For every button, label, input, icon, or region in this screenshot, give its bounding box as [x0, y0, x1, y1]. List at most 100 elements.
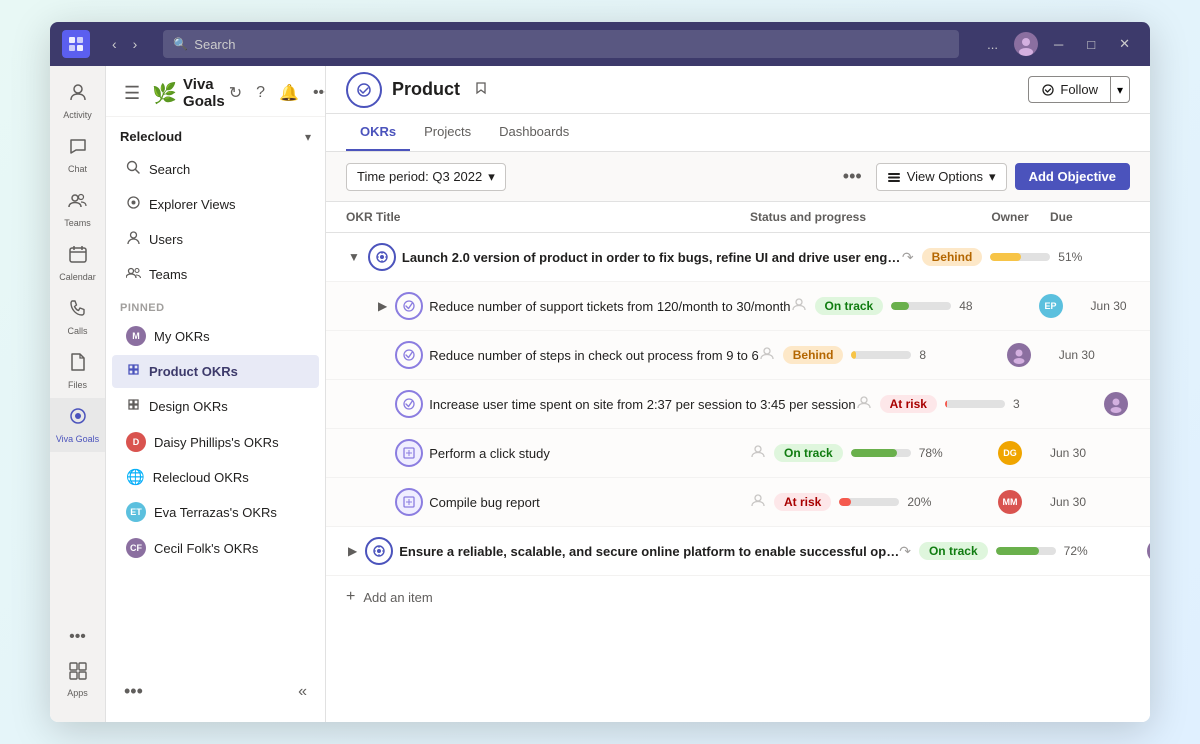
title-bar: ‹ › 🔍 Search ... ─ □ ✕ [50, 22, 1150, 66]
progress-pct: 72% [1064, 544, 1094, 558]
sidebar-item-relecloudokrs[interactable]: 🌐 Relecloud OKRs [112, 461, 319, 493]
bookmark-icon[interactable] [474, 81, 488, 98]
nav-item-apps[interactable]: Apps [50, 654, 105, 706]
follow-button-group[interactable]: Follow ▾ [1028, 76, 1130, 103]
status-badge: Behind [922, 248, 983, 266]
calls-icon [68, 298, 88, 323]
tab-okrs[interactable]: OKRs [346, 114, 410, 151]
add-plus-icon: + [346, 588, 355, 606]
apps-icon [69, 662, 87, 685]
page-title: Product [392, 79, 460, 100]
follow-chevron-button[interactable]: ▾ [1111, 76, 1130, 103]
files-icon [68, 352, 88, 377]
expand-button[interactable]: ▼ [346, 248, 362, 266]
nav-item-calls[interactable]: Calls [50, 290, 105, 344]
sidebar-item-search[interactable]: Search [112, 153, 319, 186]
owner-avatar [1007, 343, 1031, 367]
sidebar-item-productokrs[interactable]: Product OKRs [112, 355, 319, 388]
sidebar-evaokrs-label: Eva Terrazas's OKRs [154, 505, 277, 520]
titlebar-more-button[interactable]: ... [979, 35, 1006, 54]
nav-item-calendar[interactable]: Calendar [50, 236, 105, 290]
refresh-button[interactable]: ↻ [225, 79, 246, 107]
nav-label-activity: Activity [63, 110, 92, 120]
progress-fill [891, 302, 909, 310]
task-text: Perform a click study [429, 446, 550, 461]
tab-dashboards[interactable]: Dashboards [485, 114, 583, 151]
nav-item-more[interactable]: ••• [50, 620, 105, 654]
sidebar-chevron-icon[interactable]: ▾ [305, 130, 311, 144]
nav-label-calls: Calls [67, 326, 87, 336]
toolbar-more-button[interactable]: ••• [837, 162, 868, 191]
follow-button[interactable]: Follow [1028, 76, 1111, 103]
table-row: ▶ Perform a click study On track [326, 429, 1150, 478]
search-bar[interactable]: 🔍 Search [163, 30, 959, 58]
expand-button[interactable]: ▶ [376, 297, 389, 315]
content-topbar: Product Follow ▾ [326, 66, 1150, 114]
nav-tabs: OKRs Projects Dashboards [326, 114, 1150, 152]
sidebar-item-users[interactable]: Users [112, 223, 319, 256]
add-objective-button[interactable]: Add Objective [1015, 163, 1130, 190]
maximize-button[interactable]: □ [1079, 35, 1103, 54]
hamburger-button[interactable]: ☰ [120, 79, 144, 108]
sidebar-item-designokrs[interactable]: Design OKRs [112, 390, 319, 423]
daisy-avatar: D [126, 432, 146, 452]
kr-text: Reduce number of steps in check out proc… [429, 348, 759, 363]
user-avatar[interactable] [1014, 32, 1038, 56]
task-icon [395, 488, 423, 516]
person-placeholder-icon [791, 296, 807, 317]
nav-item-chat[interactable]: Chat [50, 128, 105, 182]
bell-button[interactable]: 🔔 [275, 79, 303, 107]
kr-icon [395, 341, 423, 369]
nav-item-activity[interactable]: Activity [50, 74, 105, 128]
content-area: Product Follow ▾ OKRs [326, 66, 1150, 722]
minimize-button[interactable]: ─ [1046, 35, 1071, 54]
nav-item-files[interactable]: Files [50, 344, 105, 398]
okr-title-cell: ▶ Compile bug report [376, 488, 750, 516]
expand-button[interactable]: ▶ [346, 542, 359, 560]
time-period-button[interactable]: Time period: Q3 2022 ▾ [346, 163, 506, 191]
back-button[interactable]: ‹ [106, 32, 123, 56]
nav-label-viva: Viva Goals [56, 434, 99, 444]
tab-projects[interactable]: Projects [410, 114, 485, 151]
status-progress-cell: ↷ On track 72% [899, 542, 1119, 560]
status-badge: Behind [783, 346, 844, 364]
sidebar-myokrs-label: My OKRs [154, 329, 210, 344]
add-item-row[interactable]: + Add an item [326, 576, 1150, 618]
view-options-button[interactable]: View Options ▾ [876, 163, 1007, 191]
sidebar-item-daisyokrs[interactable]: D Daisy Phillips's OKRs [112, 425, 319, 459]
progress-bar [851, 449, 911, 457]
sidebar-more-button[interactable]: ••• [120, 677, 147, 706]
chat-icon [68, 136, 88, 161]
eva-avatar: ET [126, 502, 146, 522]
sidebar-item-evaokrs[interactable]: ET Eva Terrazas's OKRs [112, 495, 319, 529]
viva-icon [68, 406, 88, 431]
design-okrs-icon [126, 397, 141, 416]
collapse-sidebar-button[interactable]: « [294, 679, 311, 705]
due-cell: Jun 30 [1050, 495, 1130, 509]
topbar-right: Follow ▾ [1028, 76, 1130, 103]
header-status: Status and progress [750, 210, 970, 224]
sidebar-item-explorer[interactable]: Explorer Views [112, 188, 319, 221]
progress-fill [990, 253, 1021, 261]
sidebar-designokrs-label: Design OKRs [149, 399, 228, 414]
objective-icon [368, 243, 396, 271]
nav-item-viva[interactable]: Viva Goals [50, 398, 105, 452]
help-button[interactable]: ? [252, 79, 269, 107]
product-okrs-icon [126, 362, 141, 381]
nav-item-teams[interactable]: Teams [50, 182, 105, 236]
sidebar-item-teams[interactable]: Teams [112, 258, 319, 291]
sidebar-item-cecilokrs[interactable]: CF Cecil Folk's OKRs [112, 531, 319, 565]
sidebar-item-myokrs[interactable]: M My OKRs [112, 319, 319, 353]
progress-bar [990, 253, 1050, 261]
forward-button[interactable]: › [127, 32, 144, 56]
close-button[interactable]: ✕ [1111, 34, 1138, 54]
status-progress-cell: On track 78% [750, 443, 970, 464]
time-period-chevron-icon: ▾ [488, 169, 495, 185]
view-options-label: View Options [907, 169, 983, 184]
explorer-icon [126, 195, 141, 214]
header-more-button[interactable]: ••• [309, 79, 326, 107]
progress-pct: 51% [1058, 250, 1088, 264]
nav-arrows[interactable]: ‹ › [106, 32, 143, 56]
owner-avatar [1104, 392, 1128, 416]
kr-text: Increase user time spent on site from 2:… [429, 397, 855, 412]
